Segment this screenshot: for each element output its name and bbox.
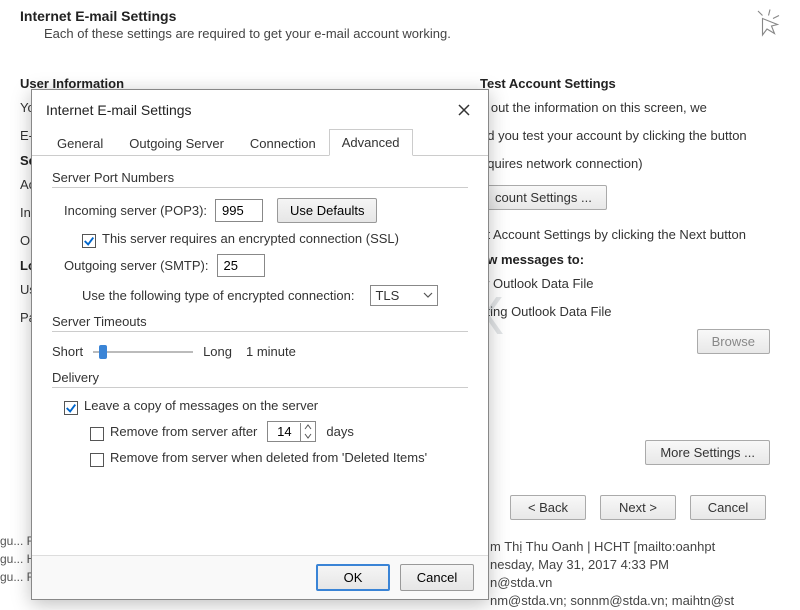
server-port-numbers-label: Server Port Numbers (52, 170, 468, 185)
ssl-checkbox[interactable] (82, 234, 96, 248)
new-messages-heading: ew messages to: (480, 252, 800, 267)
remove-deleted-label: Remove from server when deleted from 'De… (110, 450, 427, 465)
incoming-port-input[interactable] (215, 199, 263, 222)
chevron-down-icon (423, 288, 433, 303)
cancel-wizard-button[interactable]: Cancel (690, 495, 766, 520)
tab-advanced[interactable]: Advanced (329, 129, 413, 156)
email-preview-line: n@stda.vn (490, 574, 734, 592)
close-icon (457, 103, 471, 117)
encryption-type-label: Use the following type of encrypted conn… (82, 288, 354, 303)
remove-days-input[interactable] (268, 422, 300, 441)
timeout-short-label: Short (52, 344, 83, 359)
page-title: Internet E-mail Settings (20, 8, 780, 24)
timeout-long-label: Long (203, 344, 232, 359)
tab-general[interactable]: General (44, 130, 116, 156)
cancel-button[interactable]: Cancel (400, 564, 474, 591)
leave-copy-checkbox[interactable] (64, 401, 78, 415)
encryption-type-select[interactable]: TLS (370, 285, 438, 306)
ssl-checkbox-label: This server requires an encrypted connec… (102, 231, 399, 246)
ok-button[interactable]: OK (316, 564, 390, 591)
incoming-server-label: Incoming server (POP3): (64, 203, 207, 218)
use-defaults-button[interactable]: Use Defaults (277, 198, 377, 223)
page-subtitle: Each of these settings are required to g… (44, 26, 780, 41)
bg-text: nd you test your account by clicking the… (480, 125, 800, 147)
spinner-down-icon[interactable] (301, 432, 315, 441)
tab-connection[interactable]: Connection (237, 130, 329, 156)
leave-copy-label: Leave a copy of messages on the server (84, 398, 318, 413)
delivery-label: Delivery (52, 370, 468, 385)
timeout-value: 1 minute (246, 344, 296, 359)
bg-text: st Account Settings by clicking the Next… (480, 224, 800, 246)
remove-deleted-checkbox[interactable] (90, 453, 104, 467)
email-preview-line: nm@stda.vn; sonnm@stda.vn; maihtn@st (490, 592, 734, 610)
days-label: days (326, 424, 353, 439)
remove-after-label: Remove from server after (110, 424, 257, 439)
browse-button[interactable]: Browse (697, 329, 770, 354)
dialog-title: Internet E-mail Settings (46, 102, 192, 118)
outgoing-server-label: Outgoing server (SMTP): (64, 258, 209, 273)
tab-outgoing-server[interactable]: Outgoing Server (116, 130, 237, 156)
remove-after-checkbox[interactable] (90, 427, 104, 441)
email-settings-dialog: Internet E-mail Settings General Outgoin… (31, 89, 489, 600)
remove-days-spinner[interactable] (267, 421, 316, 442)
cursor-sparkle-icon (752, 8, 782, 43)
next-button[interactable]: Next > (600, 495, 676, 520)
email-preview-line: m Thị Thu Oanh | HCHT [mailto:oanhpt (490, 538, 734, 556)
bg-text: g out the information on this screen, we (480, 97, 800, 119)
back-button[interactable]: < Back (510, 495, 586, 520)
outgoing-port-input[interactable] (217, 254, 265, 277)
radio-new-datafile[interactable]: w Outlook Data File (480, 273, 800, 295)
radio-existing-datafile[interactable]: sting Outlook Data File (480, 301, 800, 323)
bg-text: equires network connection) (480, 153, 800, 175)
spinner-up-icon[interactable] (301, 423, 315, 432)
email-preview-line: nesday, May 31, 2017 4:33 PM (490, 556, 734, 574)
more-settings-button[interactable]: More Settings ... (645, 440, 770, 465)
test-account-heading: Test Account Settings (480, 76, 800, 91)
encryption-type-value: TLS (375, 288, 399, 303)
test-account-settings-button[interactable]: count Settings ... (480, 185, 607, 210)
timeout-slider[interactable] (93, 342, 193, 360)
server-timeouts-label: Server Timeouts (52, 314, 468, 329)
close-button[interactable] (454, 100, 474, 120)
